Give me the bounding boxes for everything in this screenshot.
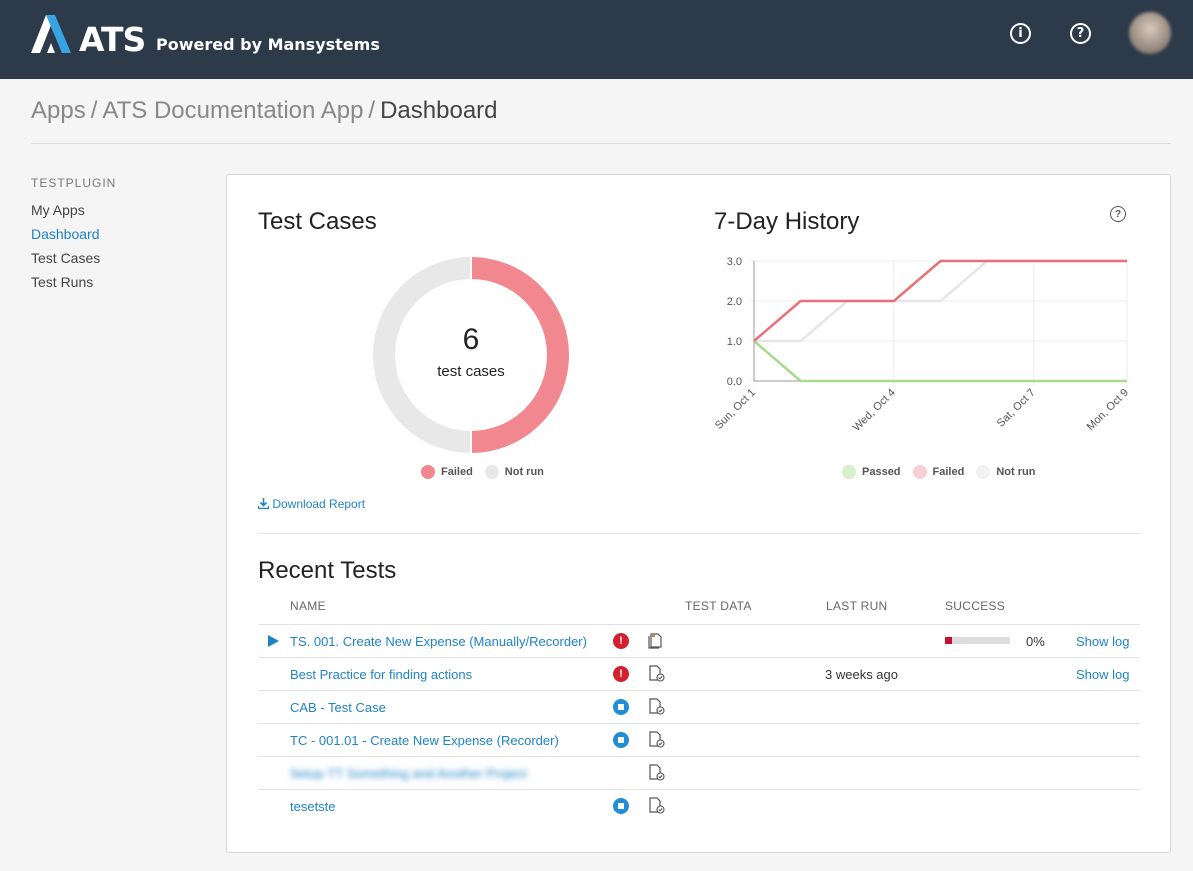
breadcrumb: Apps / ATS Documentation App / Dashboard xyxy=(31,97,498,125)
y-tick-label: 3.0 xyxy=(727,256,742,268)
success-progress-fill xyxy=(945,637,952,644)
table-row: TC - 001.01 - Create New Expense (Record… xyxy=(258,723,1140,756)
legend-item-failed: Failed xyxy=(421,465,473,479)
top-bar: ATS Powered by Mansystems i ? xyxy=(0,0,1193,79)
success-progress-bar xyxy=(945,637,1010,644)
x-tick-label: Sun, Oct 1 xyxy=(713,387,758,432)
legend-swatch xyxy=(421,465,435,479)
legend-label: Failed xyxy=(441,466,473,478)
legend-swatch xyxy=(912,465,927,479)
y-tick-label: 1.0 xyxy=(727,336,742,348)
test-cases-title: Test Cases xyxy=(258,208,377,235)
donut-total: 6 xyxy=(462,323,480,356)
sidebar-item-test-cases[interactable]: Test Cases xyxy=(31,250,100,266)
ats-logo-icon xyxy=(31,15,71,53)
copy-document-icon[interactable] xyxy=(648,632,664,649)
document-check-icon[interactable] xyxy=(648,731,666,748)
x-tick-label: Sat, Oct 7 xyxy=(995,387,1038,430)
legend-swatch xyxy=(842,465,856,479)
success-percent: 0% xyxy=(1026,634,1045,649)
history-title: 7-Day History xyxy=(714,208,860,235)
document-check-icon[interactable] xyxy=(648,698,666,715)
play-icon[interactable] xyxy=(268,635,279,647)
queued-status-icon xyxy=(613,699,629,715)
x-tick-label: Mon, Oct 9 xyxy=(1085,387,1132,434)
brand-name: ATS xyxy=(79,20,146,59)
help-icon[interactable]: ? xyxy=(1070,23,1091,44)
legend-item-failed: Failed xyxy=(912,465,965,479)
avatar[interactable] xyxy=(1129,12,1171,54)
legend-label: Not run xyxy=(996,466,1036,478)
test-name-link[interactable]: TC - 001.01 - Create New Expense (Record… xyxy=(290,733,559,748)
history-line-chart: 0.0 1.0 2.0 3.0 Sun, Oct 1 Wed, Oct 4 Sat, Oct… xyxy=(713,256,1132,434)
table-row: CAB - Test Case xyxy=(258,690,1140,723)
queued-status-icon xyxy=(613,732,629,748)
download-report-link[interactable]: Download Report xyxy=(257,497,366,511)
history-help-icon[interactable]: ? xyxy=(1110,206,1126,222)
legend-label: Failed xyxy=(932,466,965,478)
sidebar-item-my-apps[interactable]: My Apps xyxy=(31,202,85,218)
dashboard-panel: Test Cases 6 test cases Failed Not run D… xyxy=(226,174,1171,853)
brand-tagline: Powered by Mansystems xyxy=(156,35,380,54)
info-icon[interactable]: i xyxy=(1010,23,1031,44)
test-name-link[interactable]: Setup TT Something and Another Project xyxy=(290,766,527,781)
divider xyxy=(31,143,1171,144)
legend-swatch xyxy=(484,465,499,479)
divider xyxy=(258,533,1140,534)
donut-total-label: test cases xyxy=(437,363,505,380)
legend-item-not-run: Not run xyxy=(976,465,1035,479)
series-line-passed xyxy=(753,340,1127,383)
legend-item-not-run: Not run xyxy=(484,465,544,479)
test-name-link[interactable]: Best Practice for finding actions xyxy=(290,667,472,682)
document-check-icon[interactable] xyxy=(648,764,666,781)
last-run-value: 3 weeks ago xyxy=(825,667,898,682)
breadcrumb-separator: / xyxy=(90,97,98,124)
sidebar-item-dashboard[interactable]: Dashboard xyxy=(31,226,100,242)
error-status-icon: ! xyxy=(613,633,629,649)
sidebar-item-test-runs[interactable]: Test Runs xyxy=(31,274,93,290)
show-log-link[interactable]: Show log xyxy=(1076,634,1129,649)
legend-swatch xyxy=(976,465,991,479)
table-row: TS. 001. Create New Expense (Manually/Re… xyxy=(258,624,1140,657)
column-header-name: NAME xyxy=(290,599,326,613)
test-name-link[interactable]: tesetste xyxy=(290,799,336,814)
breadcrumb-separator: / xyxy=(368,97,376,124)
table-row: Setup TT Something and Another Project xyxy=(258,756,1140,789)
legend-label: Passed xyxy=(862,466,901,478)
history-legend: Passed Failed Not run xyxy=(842,465,1047,479)
document-check-icon[interactable] xyxy=(648,665,666,682)
test-name-link[interactable]: TS. 001. Create New Expense (Manually/Re… xyxy=(290,634,587,649)
x-tick-label: Wed, Oct 4 xyxy=(851,387,898,434)
download-report-label: Download Report xyxy=(272,497,366,511)
column-header-last-run: LAST RUN xyxy=(826,599,888,613)
recent-tests-title: Recent Tests xyxy=(258,557,397,584)
error-status-icon: ! xyxy=(613,666,629,682)
column-header-test-data: TEST DATA xyxy=(685,599,752,613)
breadcrumb-app[interactable]: ATS Documentation App xyxy=(102,97,363,124)
queued-status-icon xyxy=(613,798,629,814)
show-log-link[interactable]: Show log xyxy=(1076,667,1129,682)
breadcrumb-current: Dashboard xyxy=(380,97,498,124)
download-icon xyxy=(257,498,270,510)
legend-label: Not run xyxy=(504,466,544,478)
breadcrumb-apps[interactable]: Apps xyxy=(31,97,86,124)
column-header-success: SUCCESS xyxy=(945,599,1006,613)
table-row: Best Practice for finding actions ! 3 we… xyxy=(258,657,1140,690)
table-row: tesetste xyxy=(258,789,1140,822)
sidebar-title: TESTPLUGIN xyxy=(31,176,117,190)
legend-item-passed: Passed xyxy=(842,465,901,479)
test-name-link[interactable]: CAB - Test Case xyxy=(290,700,386,715)
y-tick-label: 0.0 xyxy=(727,376,742,388)
donut-legend: Failed Not run xyxy=(421,465,556,479)
y-tick-label: 2.0 xyxy=(727,296,742,308)
document-check-icon[interactable] xyxy=(648,797,666,814)
